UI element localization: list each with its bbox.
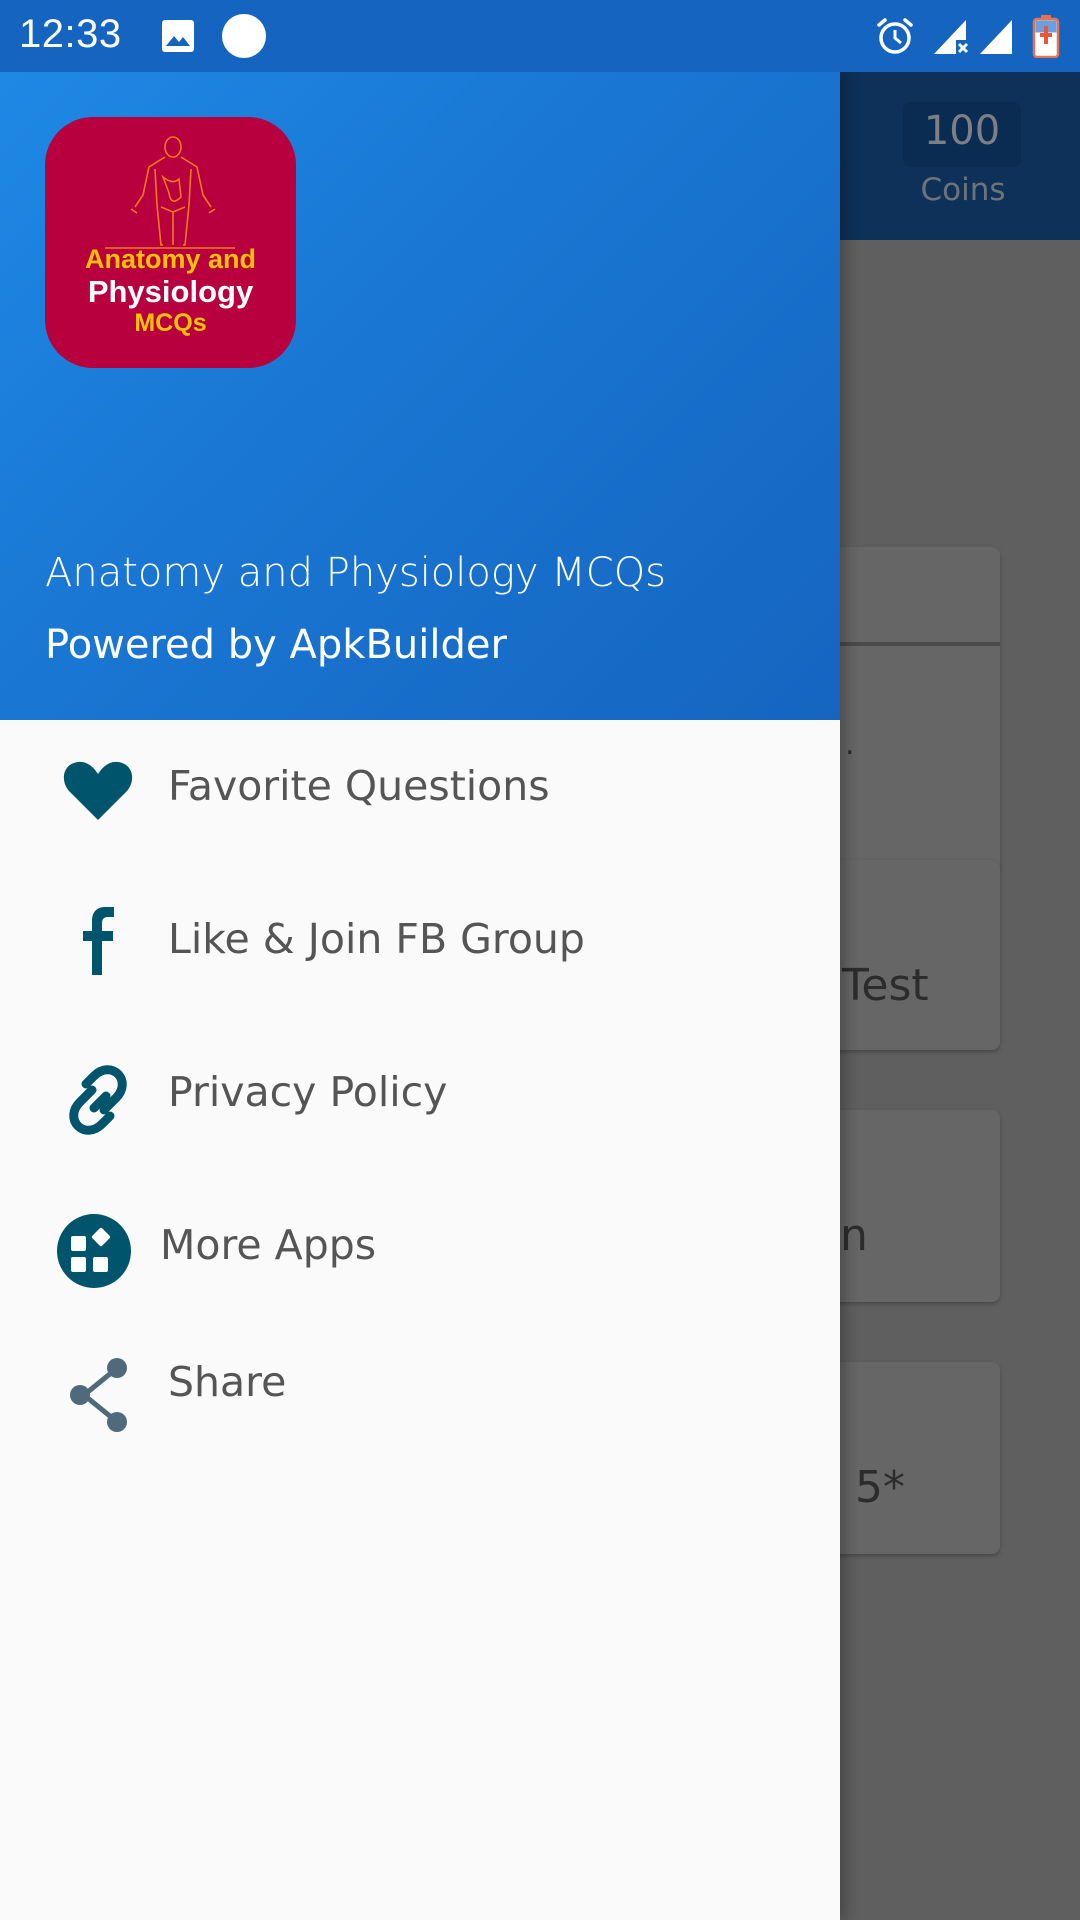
share-icon (62, 1355, 142, 1435)
menu-item-share[interactable]: Share (0, 1325, 840, 1465)
menu-item-more-apps[interactable]: More Apps (0, 1179, 840, 1319)
link-icon (58, 1060, 138, 1140)
navigation-drawer: Anatomy and Physiology MCQs Anatomy and … (0, 72, 840, 1920)
menu-label: Like & Join FB Group (168, 915, 585, 963)
app-logo: Anatomy and Physiology MCQs (45, 117, 296, 368)
menu-label: More Apps (160, 1221, 377, 1269)
logo-text-line2: Physiology (87, 274, 254, 309)
logo-text-line1: Anatomy and (84, 244, 257, 274)
menu-item-privacy-policy[interactable]: Privacy Policy (0, 1026, 840, 1166)
logo-text-line3: MCQs (134, 309, 207, 337)
status-time: 12:33 (19, 12, 122, 56)
card-text-fragment: . (845, 727, 855, 762)
coin-count: 100 (923, 108, 1001, 154)
battery-charging-icon (1032, 14, 1060, 62)
signal-icon (978, 18, 1014, 60)
status-bar: 12:33 (0, 0, 1080, 72)
menu-item-fb-group[interactable]: Like & Join FB Group (0, 873, 840, 1013)
signal-no-sim-icon (932, 18, 972, 60)
apps-icon (56, 1213, 132, 1289)
menu-label: Privacy Policy (168, 1068, 448, 1116)
drawer-app-title: Anatomy and Physiology MCQs (45, 550, 667, 596)
menu-item-favorite-questions[interactable]: Favorite Questions (0, 720, 840, 860)
coin-label: Coins (920, 172, 1006, 208)
menu-label: Share (168, 1358, 287, 1406)
gallery-icon (160, 18, 196, 58)
drawer-header: Anatomy and Physiology MCQs Anatomy and … (0, 72, 840, 720)
card-text-fragment: n (840, 1210, 868, 1261)
heart-icon (58, 750, 138, 830)
drawer-app-subtitle: Powered by ApkBuilder (45, 622, 507, 668)
facebook-icon (58, 897, 138, 977)
card-text-fragment: 5* (855, 1462, 905, 1513)
card-text-fragment: Test (842, 960, 929, 1011)
menu-label: Favorite Questions (168, 762, 550, 810)
circle-notification-icon (222, 14, 266, 62)
alarm-icon (875, 16, 915, 60)
